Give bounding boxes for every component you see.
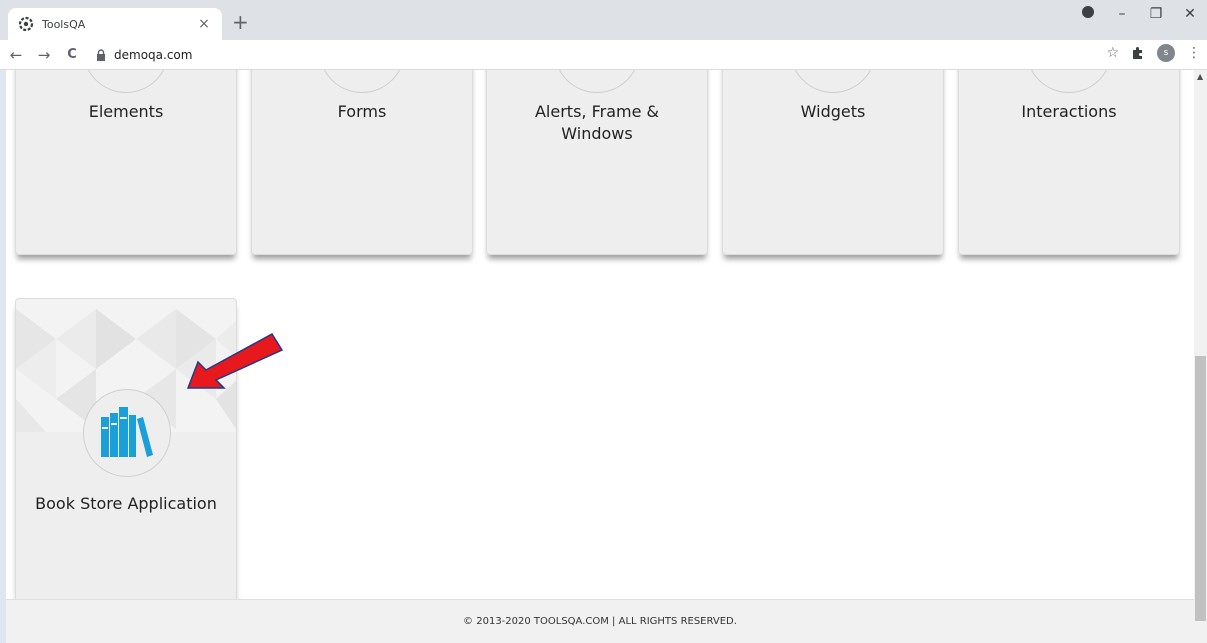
tab-title: ToolsQA [42,17,86,31]
card-alerts-frame-windows[interactable]: Alerts, Frame & Windows [486,70,708,255]
scrollbar-thumb[interactable] [1195,356,1206,621]
card-title: Interactions [1021,102,1117,121]
card-icon-circle [319,70,405,93]
restore-button[interactable]: ❐ [1139,6,1173,22]
card-icon-circle [790,70,876,93]
url-text: demoqa.com [114,48,193,62]
browser-toolbar: ← → C demoqa.com ☆ s ⋮ [0,40,1207,70]
red-arrow-icon [186,333,284,389]
window-controls: – ❐ ✕ [1071,6,1207,22]
profile-avatar[interactable]: s [1157,44,1175,62]
tab-search-button[interactable] [1071,6,1105,22]
card-icon-circle [554,70,640,93]
toolsqa-favicon-icon [18,16,34,32]
scroll-up-arrow-icon[interactable]: ▲ [1197,72,1203,81]
address-bar[interactable]: demoqa.com [96,44,1081,66]
puzzle-icon[interactable] [1131,46,1145,60]
browser-tab[interactable]: ToolsQA × [8,8,222,40]
books-icon-circle [83,389,171,477]
new-tab-button[interactable]: + [232,12,249,32]
reload-button[interactable]: C [60,47,84,62]
vertical-scrollbar[interactable]: ▲ [1194,70,1207,643]
page-viewport: Elements Forms Alerts, Frame & Windows W… [6,70,1194,643]
lock-icon [97,49,105,61]
books-icon [101,407,153,457]
toolbar-actions: ☆ s ⋮ [1094,44,1201,62]
bookmark-star-icon[interactable]: ☆ [1106,45,1119,61]
browser-menu-icon[interactable]: ⋮ [1187,45,1201,61]
tab-search-icon [1082,6,1094,18]
forward-button[interactable]: → [32,46,56,64]
card-title: Widgets [800,102,866,121]
tab-strip: ToolsQA × + – ❐ ✕ [0,0,1207,40]
footer-copyright: © 2013-2020 TOOLSQA.COM | ALL RIGHTS RES… [463,616,737,627]
card-icon-circle [83,70,169,93]
card-title: Alerts, Frame & Windows [534,102,659,143]
card-title: Elements [88,102,164,121]
card-title: Book Store Application [35,494,217,513]
close-tab-icon[interactable]: × [196,16,212,32]
close-window-button[interactable]: ✕ [1173,6,1207,22]
back-button[interactable]: ← [4,46,28,64]
card-elements[interactable]: Elements [15,70,237,255]
card-title: Forms [337,102,387,121]
minimize-button[interactable]: – [1105,6,1139,22]
card-widgets[interactable]: Widgets [722,70,944,255]
card-forms[interactable]: Forms [251,70,473,255]
card-interactions[interactable]: Interactions [958,70,1180,255]
page-footer: © 2013-2020 TOOLSQA.COM | ALL RIGHTS RES… [6,599,1194,643]
card-icon-circle [1026,70,1112,93]
